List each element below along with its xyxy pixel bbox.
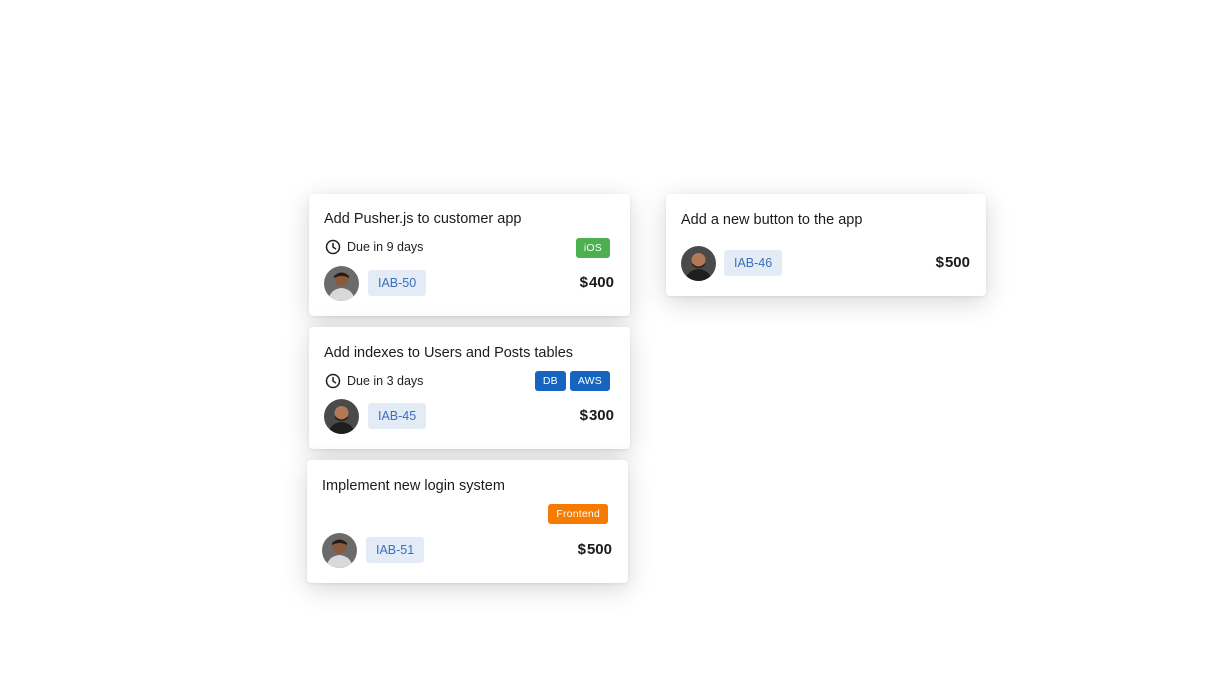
due-date: Due in 3 days bbox=[325, 373, 423, 389]
task-card[interactable]: Add a new button to the app IAB-46 $ 500 bbox=[666, 194, 986, 296]
price-amount: 400 bbox=[588, 274, 614, 291]
avatar[interactable] bbox=[324, 266, 359, 301]
task-card[interactable]: Add indexes to Users and Posts tables Du… bbox=[309, 327, 630, 449]
avatar[interactable] bbox=[324, 399, 359, 434]
currency-symbol: $ bbox=[579, 274, 588, 291]
tag-db[interactable]: DB bbox=[534, 371, 566, 391]
card-title: Add Pusher.js to customer app bbox=[324, 211, 522, 227]
issue-id-chip[interactable]: IAB-51 bbox=[366, 537, 425, 563]
price: $ 300 bbox=[580, 407, 614, 424]
currency-symbol: $ bbox=[577, 541, 586, 558]
issue-id-chip[interactable]: IAB-46 bbox=[724, 250, 783, 276]
tag-frontend[interactable]: Frontend bbox=[548, 504, 608, 524]
price: $ 500 bbox=[936, 254, 970, 271]
clock-icon bbox=[325, 373, 341, 389]
card-title: Add a new button to the app bbox=[681, 212, 863, 228]
tag-aws[interactable]: AWS bbox=[569, 371, 610, 391]
price-amount: 500 bbox=[944, 254, 970, 271]
board: Add Pusher.js to customer app Due in 9 d… bbox=[0, 0, 1223, 684]
currency-symbol: $ bbox=[935, 254, 944, 271]
issue-id-chip[interactable]: IAB-45 bbox=[368, 403, 427, 429]
due-date-label: Due in 3 days bbox=[347, 374, 424, 388]
price-amount: 500 bbox=[586, 541, 612, 558]
issue-id-chip[interactable]: IAB-50 bbox=[368, 270, 427, 296]
due-date-label: Due in 9 days bbox=[347, 240, 424, 254]
clock-icon bbox=[325, 239, 341, 255]
task-card[interactable]: Implement new login system Frontend IAB-… bbox=[307, 460, 628, 583]
avatar[interactable] bbox=[322, 533, 357, 568]
price: $ 400 bbox=[580, 274, 614, 291]
tag-list: iOS bbox=[575, 238, 610, 258]
card-title: Add indexes to Users and Posts tables bbox=[324, 345, 574, 361]
price: $ 500 bbox=[578, 541, 612, 558]
card-title: Implement new login system bbox=[322, 478, 505, 494]
task-card[interactable]: Add Pusher.js to customer app Due in 9 d… bbox=[309, 194, 630, 316]
currency-symbol: $ bbox=[579, 407, 588, 424]
tag-ios[interactable]: iOS bbox=[575, 238, 610, 258]
tag-list: DB AWS bbox=[534, 371, 610, 391]
due-date: Due in 9 days bbox=[325, 239, 423, 255]
avatar[interactable] bbox=[681, 246, 716, 281]
tag-list: Frontend bbox=[548, 504, 608, 524]
price-amount: 300 bbox=[588, 407, 614, 424]
